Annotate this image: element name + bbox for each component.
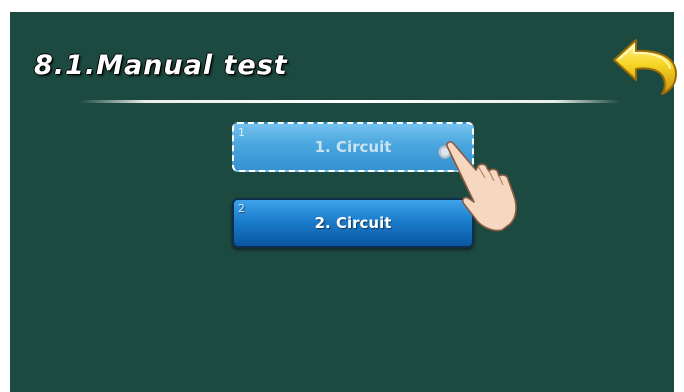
page-title: 8.1.Manual test <box>34 50 288 81</box>
title-divider <box>80 100 620 103</box>
button-label: 1. Circuit <box>314 138 392 156</box>
back-arrow-icon[interactable] <box>610 34 682 96</box>
button-index: 2 <box>238 202 245 215</box>
button-label: 2. Circuit <box>314 214 392 232</box>
button-index: 1 <box>238 126 245 139</box>
circuit-2-button[interactable]: 2 2. Circuit <box>232 198 474 248</box>
circuit-1-button[interactable]: 1 1. Circuit <box>232 122 474 172</box>
app-screen: 8.1.Manual test 1 1. Circuit 2 2. Circui… <box>10 12 677 392</box>
pointing-hand-icon <box>446 141 517 232</box>
